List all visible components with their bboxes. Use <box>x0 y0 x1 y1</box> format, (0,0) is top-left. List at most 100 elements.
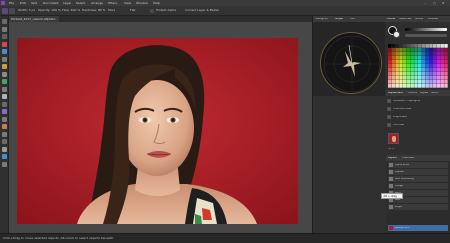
swatch[interactable] <box>433 60 437 64</box>
swatch[interactable] <box>406 56 411 60</box>
swatch[interactable] <box>421 72 426 76</box>
zoom-tool-icon[interactable] <box>2 161 7 167</box>
swatch[interactable] <box>436 72 441 76</box>
swatch[interactable] <box>433 64 437 68</box>
layer-row[interactable]: Bright <box>388 204 448 210</box>
swatch[interactable] <box>395 56 399 60</box>
swatch[interactable] <box>395 44 399 48</box>
tab-info[interactable]: Info <box>350 18 355 21</box>
flood-select-icon[interactable] <box>2 49 7 54</box>
swatch[interactable] <box>403 60 407 64</box>
layer-row[interactable]: Lighten <box>388 169 448 175</box>
swatch[interactable] <box>414 60 418 64</box>
swatch[interactable] <box>403 56 407 60</box>
selection-brush-icon[interactable] <box>2 41 7 47</box>
swatch[interactable] <box>444 68 448 72</box>
menu-help[interactable]: Help <box>153 2 160 5</box>
swatch[interactable] <box>421 44 426 48</box>
adjustment-item[interactable]: Contrast <box>393 124 404 127</box>
menu-filters[interactable]: Filters <box>108 2 117 5</box>
persona-liquify-icon[interactable] <box>9 8 15 14</box>
sample-source-select[interactable]: Current Layer & Below <box>185 9 219 12</box>
swatch[interactable] <box>440 64 444 68</box>
swatch[interactable] <box>406 84 411 88</box>
swatch[interactable] <box>436 68 441 72</box>
swatch[interactable] <box>403 80 407 84</box>
swatch[interactable] <box>395 68 399 72</box>
swatch[interactable] <box>414 84 418 88</box>
swatch[interactable] <box>440 80 444 84</box>
swatch[interactable] <box>429 84 433 88</box>
swatch[interactable] <box>406 52 411 56</box>
swatch[interactable] <box>436 44 441 48</box>
swatch[interactable] <box>410 64 414 68</box>
opacity-slider[interactable] <box>405 34 447 37</box>
swatch[interactable] <box>403 48 407 52</box>
swatch[interactable] <box>436 80 441 84</box>
swatch[interactable] <box>410 52 414 56</box>
layer-row-selected[interactable]: Background <box>388 225 448 231</box>
tab-scope[interactable]: Scope <box>335 18 343 21</box>
swatch[interactable] <box>414 76 418 80</box>
swatch[interactable] <box>403 68 407 72</box>
tab-layers[interactable]: Layers <box>388 157 397 160</box>
swatch[interactable] <box>444 44 448 48</box>
swatch[interactable] <box>444 76 448 80</box>
swatch[interactable] <box>429 80 433 84</box>
swatch[interactable] <box>388 64 392 68</box>
swatch[interactable] <box>399 52 403 56</box>
swatch[interactable] <box>444 64 448 68</box>
swatch[interactable] <box>421 60 426 64</box>
swatch[interactable] <box>388 52 392 56</box>
swatch[interactable] <box>410 84 414 88</box>
swatch[interactable] <box>399 60 403 64</box>
dodge-brush-icon[interactable] <box>2 94 7 99</box>
swatch[interactable] <box>436 56 441 60</box>
swatch[interactable] <box>436 84 441 88</box>
swatch[interactable] <box>406 64 411 68</box>
swatch[interactable] <box>444 84 448 88</box>
hardness-field[interactable]: Hardness: 80 % <box>82 9 106 12</box>
swatch[interactable] <box>406 80 411 84</box>
tab-adjustment[interactable]: Adjustment <box>388 92 403 95</box>
swatch[interactable] <box>414 80 418 84</box>
swatch[interactable] <box>444 72 448 76</box>
swatch[interactable] <box>414 44 418 48</box>
swatch[interactable] <box>410 80 414 84</box>
protect-alpha-checkbox-icon[interactable] <box>150 9 154 13</box>
color-picker-icon[interactable] <box>2 154 7 159</box>
swatch[interactable] <box>414 64 418 68</box>
swatch[interactable] <box>403 76 407 80</box>
swatch[interactable] <box>395 72 399 76</box>
swatch[interactable] <box>403 72 407 76</box>
swatch[interactable] <box>388 80 392 84</box>
swatch[interactable] <box>403 44 407 48</box>
menu-select[interactable]: Select <box>76 2 85 5</box>
menu-file[interactable]: File <box>9 2 14 5</box>
swatch[interactable] <box>406 48 411 52</box>
menu-text[interactable]: Text <box>31 2 37 5</box>
swatch[interactable] <box>444 56 448 60</box>
swatch[interactable] <box>418 76 422 80</box>
swatch[interactable] <box>425 48 429 52</box>
swatch[interactable] <box>440 84 444 88</box>
swatch[interactable] <box>444 48 448 52</box>
swatch[interactable] <box>391 44 396 48</box>
swatch[interactable] <box>429 76 433 80</box>
swatch[interactable] <box>410 60 414 64</box>
text-tool-icon[interactable] <box>2 146 7 152</box>
swatch[interactable] <box>429 68 433 72</box>
minimize-button[interactable]: – <box>424 2 426 5</box>
layer-row[interactable]: Dodge <box>388 183 448 189</box>
layer-row[interactable]: Skin Smoothing <box>388 176 448 182</box>
swatch-palette[interactable] <box>388 44 448 88</box>
swatch[interactable] <box>421 80 426 84</box>
swatch[interactable] <box>391 80 396 84</box>
swatch[interactable] <box>433 76 437 80</box>
tab-stock[interactable]: Stock <box>431 92 438 95</box>
swatch[interactable] <box>425 64 429 68</box>
swatch[interactable] <box>418 60 422 64</box>
swatch[interactable] <box>425 60 429 64</box>
swatch[interactable] <box>429 72 433 76</box>
swatch[interactable] <box>425 76 429 80</box>
